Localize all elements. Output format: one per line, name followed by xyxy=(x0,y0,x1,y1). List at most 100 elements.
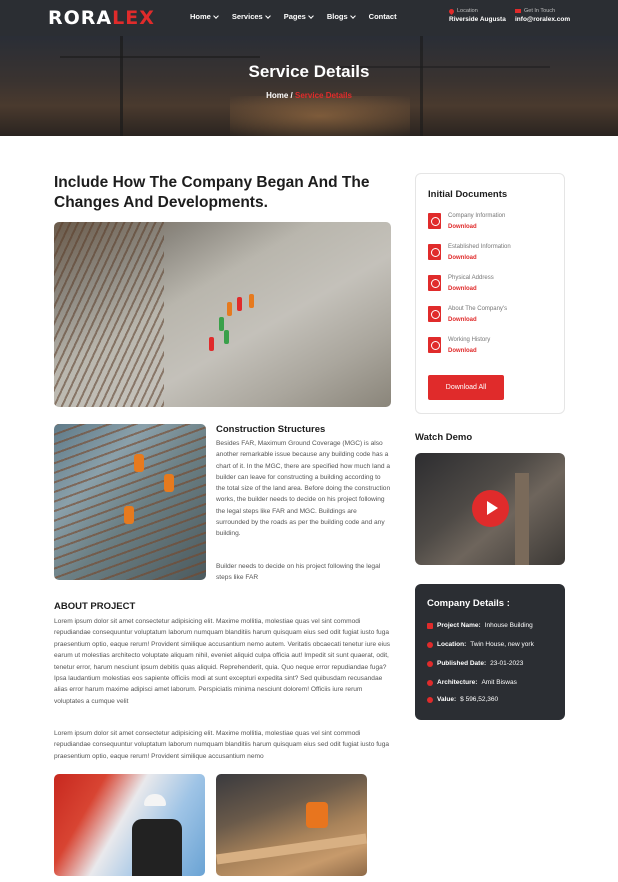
hard-hat xyxy=(144,794,166,806)
wood-plank xyxy=(216,833,367,865)
download-link[interactable]: Download xyxy=(448,317,477,323)
chevron-down-icon xyxy=(213,12,219,19)
document-name: Established Information xyxy=(448,244,511,250)
worker-figure xyxy=(249,294,254,308)
header-contact: Get In Touch info@roralex.com xyxy=(515,8,570,23)
contact-email[interactable]: info@roralex.com xyxy=(515,16,570,23)
construction-title: Construction Structures xyxy=(216,424,326,435)
download-link[interactable]: Download xyxy=(448,255,477,261)
nav-home[interactable]: Home xyxy=(190,12,219,21)
document-item[interactable]: About The Company's Download xyxy=(428,306,558,328)
about-title: ABOUT PROJECT xyxy=(54,601,136,612)
play-icon[interactable] xyxy=(472,490,509,527)
row-value: 23-01-2023 xyxy=(490,660,524,667)
watch-demo-title: Watch Demo xyxy=(415,432,473,443)
document-item[interactable]: Established Information Download xyxy=(428,244,558,266)
chevron-down-icon xyxy=(349,12,356,19)
company-details-title: Company Details : xyxy=(427,598,510,609)
location-value: Riverside Augusta xyxy=(449,16,506,23)
document-item[interactable]: Company Information Download xyxy=(428,213,558,235)
chevron-down-icon xyxy=(264,12,271,19)
carpenter-image xyxy=(216,774,367,876)
document-name: Company Information xyxy=(448,213,506,219)
documents-card: Initial Documents Company Information Do… xyxy=(415,173,565,414)
hero-bg-crane xyxy=(420,36,423,136)
engineer-figure xyxy=(132,819,182,876)
folder-icon xyxy=(427,622,433,629)
pdf-icon xyxy=(428,275,441,291)
envelope-icon xyxy=(515,9,521,13)
document-name: About The Company's xyxy=(448,306,508,312)
nav-blogs-label: Blogs xyxy=(326,12,348,21)
worker-figure xyxy=(219,317,224,331)
logo-text-accent: LEX xyxy=(112,7,155,29)
rebar-texture xyxy=(54,424,206,580)
construction-paragraph: Builder needs to decide on his project f… xyxy=(216,563,381,582)
breadcrumb-current: Service Details xyxy=(295,91,352,100)
map-pin-icon xyxy=(447,7,456,15)
construction-workers-image xyxy=(54,424,206,580)
main-nav: Home Services Pages Blogs Contact xyxy=(190,12,397,21)
clock-icon xyxy=(427,660,433,667)
user-icon xyxy=(427,679,433,686)
nav-services-label: Services xyxy=(231,12,263,21)
row-value: Amit Biswas xyxy=(481,679,517,686)
worker-figure xyxy=(227,302,232,316)
about-paragraph: Lorem ipsum dolor sit amet consectetur a… xyxy=(54,618,391,705)
row-label: Location: xyxy=(437,641,467,648)
document-item[interactable]: Working History Download xyxy=(428,337,558,359)
demo-video[interactable] xyxy=(415,453,565,565)
row-label: Architecture: xyxy=(437,679,478,686)
company-row-location: Location: Twin House, new york xyxy=(427,641,534,648)
worker-figure xyxy=(224,330,229,344)
documents-title: Initial Documents xyxy=(428,189,508,200)
hero-bg-crane xyxy=(120,36,123,136)
nav-contact[interactable]: Contact xyxy=(369,12,397,21)
chevron-down-icon xyxy=(307,12,314,19)
pdf-icon xyxy=(428,306,441,322)
download-all-button[interactable]: Download All xyxy=(428,375,504,400)
top-header: RORALEX Home Services Pages Blogs Contac… xyxy=(0,0,618,36)
breadcrumb-separator: / xyxy=(290,91,293,100)
rebar-texture xyxy=(54,222,164,407)
company-row-project: Project Name: Inhouse Building xyxy=(427,622,533,629)
breadcrumb-home[interactable]: Home xyxy=(266,91,288,100)
row-label: Project Name: xyxy=(437,622,481,629)
document-name: Physical Address xyxy=(448,275,494,281)
nav-pages[interactable]: Pages xyxy=(283,12,314,21)
worker-figure xyxy=(134,454,144,472)
document-item[interactable]: Physical Address Download xyxy=(428,275,558,297)
engineer-image xyxy=(54,774,205,876)
breadcrumb: Home / Service Details xyxy=(0,91,618,100)
about-paragraph: Lorem ipsum dolor sit amet consectetur a… xyxy=(54,730,390,760)
download-link[interactable]: Download xyxy=(448,286,477,292)
pdf-icon xyxy=(428,244,441,260)
nav-pages-label: Pages xyxy=(283,12,306,21)
pdf-icon xyxy=(428,337,441,353)
nav-blogs[interactable]: Blogs xyxy=(326,12,356,21)
hero-bg-crane xyxy=(60,56,260,58)
construction-site-image xyxy=(54,222,391,407)
company-row-architecture: Architecture: Amit Biswas xyxy=(427,679,517,686)
logo-text: RORA xyxy=(48,7,113,29)
download-link[interactable]: Download xyxy=(448,348,477,354)
worker-figure xyxy=(237,297,242,311)
row-value: Inhouse Building xyxy=(484,622,533,629)
construction-paragraph: Besides FAR, Maximum Ground Coverage (MG… xyxy=(216,440,391,538)
download-link[interactable]: Download xyxy=(448,224,477,230)
row-label: Published Date: xyxy=(437,660,487,667)
nav-services[interactable]: Services xyxy=(231,12,271,21)
map-pin-icon xyxy=(427,641,433,648)
logo[interactable]: RORALEX xyxy=(48,7,155,29)
content-title: Include How The Company Began And The Ch… xyxy=(54,174,370,211)
nav-contact-label: Contact xyxy=(368,12,397,21)
company-details-card: Company Details : Project Name: Inhouse … xyxy=(415,584,565,720)
worker-figure xyxy=(164,474,174,492)
header-location: Location Riverside Augusta xyxy=(447,7,506,23)
company-row-date: Published Date: 23-01-2023 xyxy=(427,660,523,667)
row-label: Value: xyxy=(437,696,457,703)
worker-figure xyxy=(209,337,214,351)
video-bg-column xyxy=(515,473,529,565)
company-row-value: Value: $ 596,52,360 xyxy=(427,696,498,703)
worker-figure xyxy=(306,802,328,828)
